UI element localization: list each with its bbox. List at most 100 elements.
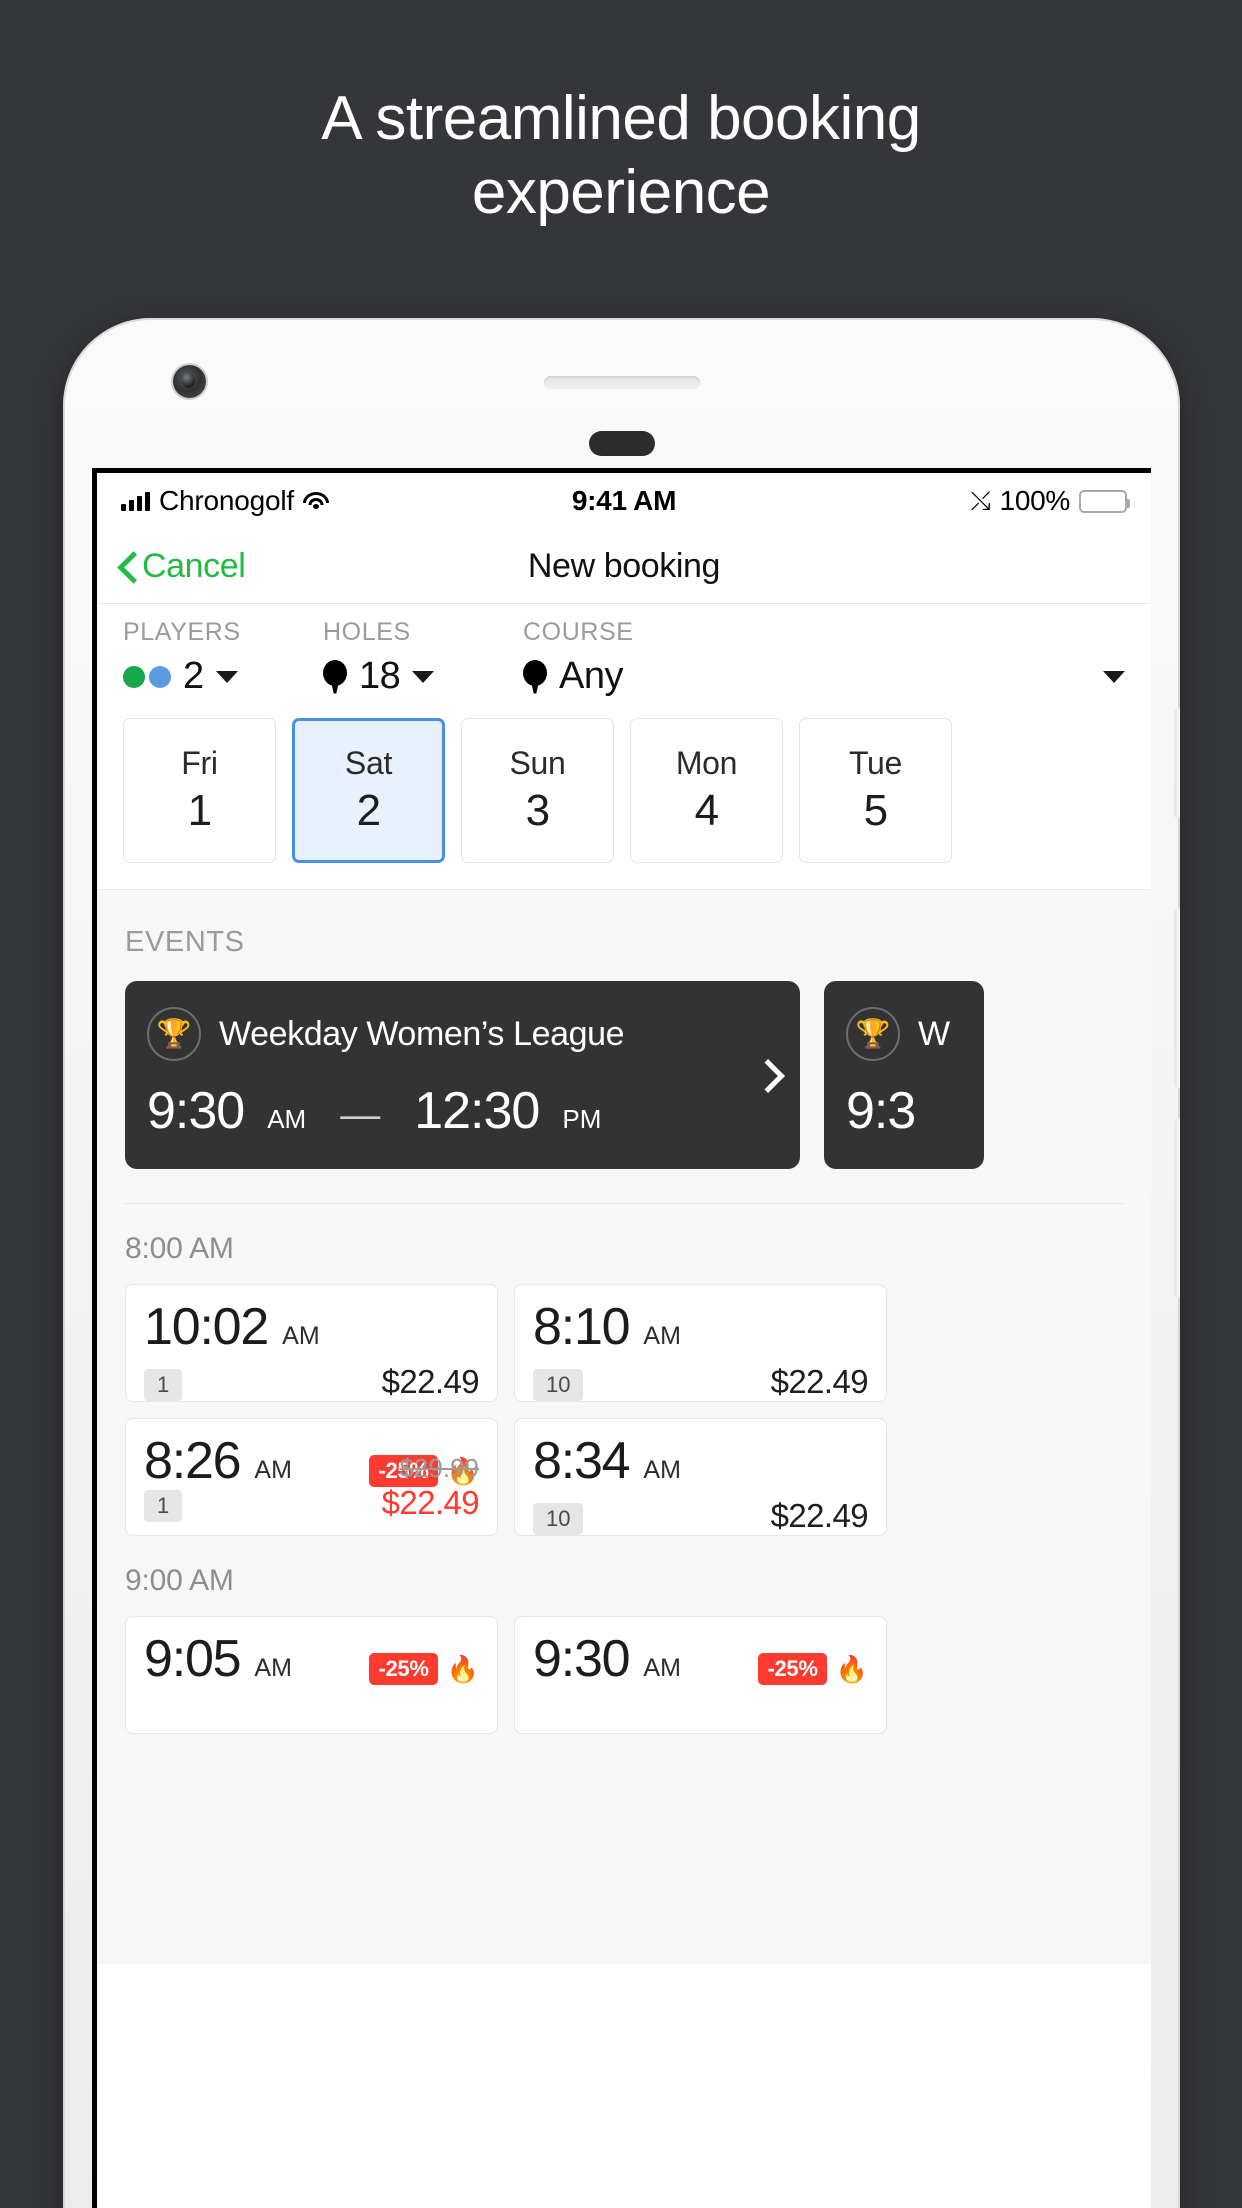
tee-time-value: 8:26	[144, 1432, 242, 1490]
course-filter[interactable]: COURSE Any	[523, 618, 1125, 698]
players-filter[interactable]: PLAYERS 2	[123, 618, 323, 698]
tee-time-meridiem: AM	[643, 1654, 681, 1682]
tee-time-value: 9:30	[533, 1630, 631, 1688]
tee-time-capacity: 10	[533, 1368, 584, 1401]
flame-icon: 🔥	[446, 1654, 479, 1684]
tee-time-card-discounted[interactable]: 9:30 AM -25% 🔥	[514, 1616, 887, 1734]
golf-tee-icon	[323, 659, 347, 694]
tee-time-meridiem: AM	[643, 1322, 681, 1350]
tee-time-price: $22.49	[770, 1497, 869, 1534]
trophy-icon: 🏆	[846, 1007, 900, 1061]
phone-side-button	[1174, 708, 1180, 818]
holes-filter[interactable]: HOLES 18	[323, 618, 523, 698]
page-title: A streamlined booking experience	[0, 82, 1242, 230]
tee-time-meridiem: AM	[643, 1456, 681, 1484]
players-filter-label: PLAYERS	[123, 618, 241, 646]
content-scroll-area[interactable]: EVENTS 🏆 Weekday Women’s League 9:30 AM …	[97, 889, 1151, 1964]
promo-screenshot: A streamlined booking experience Chronog…	[0, 0, 1242, 2208]
earpiece-speaker	[543, 376, 700, 389]
chevron-down-icon	[1103, 670, 1125, 683]
chevron-right-icon	[756, 1060, 774, 1090]
status-bar: Chronogolf 9:41 AM ⤯ 100%	[97, 473, 1151, 529]
screen-title: New booking	[527, 546, 721, 585]
event-title: Weekday Women’s League	[219, 1014, 625, 1053]
tee-time-grid: 10:02 AM 1 $22.49 8:10 AM 10 $22.49 8:26…	[97, 1284, 1151, 1536]
headline-line-1: A streamlined booking	[321, 84, 921, 153]
date-card-selected[interactable]: Sat 2	[292, 718, 445, 863]
status-bar-clock: 9:41 AM	[571, 485, 677, 516]
tee-time-capacity: 10	[533, 1502, 584, 1535]
date-card-day: 1	[187, 786, 212, 835]
tee-time-card-discounted[interactable]: 8:26 AM -25% 🔥 1 $29.99 $22.49	[125, 1418, 498, 1536]
date-card-day: 4	[694, 786, 719, 835]
event-card-next[interactable]: 🏆 W 9:3	[824, 981, 984, 1169]
date-card-dow: Mon	[675, 745, 738, 781]
discount-badge: -25%	[369, 1653, 438, 1685]
tee-time-card[interactable]: 8:10 AM 10 $22.49	[514, 1284, 887, 1402]
tee-time-value: 9:05	[144, 1630, 242, 1688]
holes-filter-value: 18	[359, 655, 401, 697]
tee-time-value: 8:10	[533, 1298, 631, 1356]
event-time-separator: —	[340, 1093, 381, 1137]
date-card-day: 5	[863, 786, 888, 835]
flame-icon: 🔥	[835, 1654, 868, 1684]
date-card-dow: Sun	[509, 745, 566, 781]
course-filter-label: COURSE	[523, 618, 634, 646]
battery-icon	[1079, 489, 1130, 513]
event-end-meridiem: PM	[562, 1104, 602, 1134]
event-start-meridiem: AM	[267, 1104, 307, 1134]
app-screen: Chronogolf 9:41 AM ⤯ 100% Cancel New boo…	[97, 473, 1151, 2208]
phone-side-button	[1174, 908, 1180, 1088]
holes-filter-label: HOLES	[323, 618, 411, 646]
players-dots-icon	[123, 665, 171, 688]
event-title: W	[918, 1014, 950, 1053]
chevron-down-icon	[215, 670, 238, 683]
date-card[interactable]: Sun 3	[461, 718, 614, 863]
screen-bezel: Chronogolf 9:41 AM ⤯ 100% Cancel New boo…	[92, 468, 1151, 2208]
golf-tee-icon	[523, 659, 547, 694]
tee-time-capacity: 1	[144, 1368, 183, 1401]
tee-time-value: 10:02	[144, 1298, 269, 1356]
phone-side-button	[1174, 1118, 1180, 1298]
events-section-label: EVENTS	[125, 926, 245, 958]
tee-time-capacity: 1	[144, 1489, 183, 1522]
tee-time-price: $22.49	[381, 1363, 480, 1400]
tee-time-sale-price: $22.49	[381, 1484, 480, 1521]
date-card-day: 2	[356, 786, 381, 835]
tee-time-card[interactable]: 8:34 AM 10 $22.49	[514, 1418, 887, 1536]
tee-time-meridiem: AM	[254, 1654, 292, 1682]
tee-time-value: 8:34	[533, 1432, 631, 1490]
filter-bar: PLAYERS 2 HOLES 18 COURSE Any Fri 1 Sat …	[97, 603, 1151, 889]
trophy-icon: 🏆	[147, 1007, 201, 1061]
date-card[interactable]: Fri 1	[123, 718, 276, 863]
tee-time-price: $22.49	[770, 1363, 869, 1400]
tee-time-card[interactable]: 10:02 AM 1 $22.49	[125, 1284, 498, 1402]
event-start-time: 9:3	[846, 1082, 916, 1140]
date-card-day: 3	[525, 786, 550, 835]
date-card-dow: Fri	[181, 745, 218, 781]
events-carousel[interactable]: 🏆 Weekday Women’s League 9:30 AM — 12:30…	[97, 981, 1151, 1169]
tee-time-meridiem: AM	[282, 1322, 320, 1350]
discount-badge: -25%	[758, 1653, 827, 1685]
event-start-time: 9:30	[147, 1082, 245, 1140]
tee-time-grid: 9:05 AM -25% 🔥 9:30 AM -25% 🔥	[97, 1616, 1151, 1734]
proximity-sensor	[588, 431, 655, 456]
date-card[interactable]: Tue 5	[799, 718, 952, 863]
date-selector[interactable]: Fri 1 Sat 2 Sun 3 Mon 4 Tue 5	[97, 698, 1151, 889]
headline-line-2: experience	[471, 158, 771, 227]
date-card[interactable]: Mon 4	[630, 718, 783, 863]
event-card[interactable]: 🏆 Weekday Women’s League 9:30 AM — 12:30…	[125, 981, 800, 1169]
tee-time-group-label: 8:00 AM	[125, 1232, 234, 1265]
tee-time-original-price: $29.99	[399, 1453, 479, 1483]
players-filter-value: 2	[183, 655, 204, 697]
front-camera-icon	[173, 365, 206, 398]
event-end-time: 12:30	[414, 1082, 540, 1140]
date-card-dow: Sat	[344, 745, 393, 781]
navigation-bar: Cancel New booking	[97, 529, 1151, 603]
chevron-down-icon	[412, 670, 435, 683]
tee-time-group-label: 9:00 AM	[125, 1564, 234, 1597]
tee-time-card-discounted[interactable]: 9:05 AM -25% 🔥	[125, 1616, 498, 1734]
tee-time-meridiem: AM	[254, 1456, 292, 1484]
phone-mockup: Chronogolf 9:41 AM ⤯ 100% Cancel New boo…	[63, 318, 1180, 2208]
date-card-dow: Tue	[848, 745, 903, 781]
